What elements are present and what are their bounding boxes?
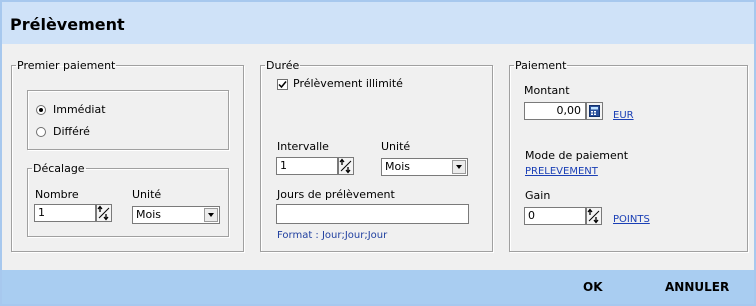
intervalle-label: Intervalle	[277, 140, 329, 153]
duree-unite-label: Unité	[381, 140, 411, 153]
intervalle-input[interactable]: 1	[276, 157, 338, 175]
jours-label: Jours de prélèvement	[277, 188, 395, 201]
ok-button[interactable]: OK	[583, 280, 603, 294]
checkmark-icon	[278, 81, 287, 89]
radio-immediat-label[interactable]: Immédiat	[53, 103, 106, 116]
title-bar: Prélèvement	[2, 2, 754, 44]
illimite-label[interactable]: Prélèvement illimité	[293, 77, 403, 90]
illimite-checkbox[interactable]	[277, 79, 288, 90]
mode-paiement-label: Mode de paiement	[525, 149, 629, 162]
currency-link[interactable]: EUR	[613, 110, 634, 121]
gain-spinner-icon[interactable]	[586, 207, 602, 225]
duree-unite-value: Mois	[385, 160, 411, 173]
mode-paiement-link[interactable]: PRELEVEMENT	[525, 166, 598, 177]
decalage-legend: Décalage	[33, 162, 85, 175]
decalage-unite-select[interactable]: Mois	[132, 206, 220, 224]
radio-differe[interactable]	[36, 127, 46, 137]
dialog-window: Prélèvement Premier paiement Immédiat Di…	[2, 2, 754, 304]
duree-legend: Durée	[266, 59, 300, 72]
decalage-unite-value: Mois	[136, 208, 162, 221]
jours-input[interactable]	[276, 204, 469, 224]
montant-label: Montant	[524, 84, 570, 97]
payment-timing-box	[27, 90, 229, 150]
nombre-label: Nombre	[35, 188, 79, 201]
calculator-icon[interactable]	[586, 102, 603, 120]
nombre-input[interactable]: 1	[34, 204, 96, 222]
cancel-button[interactable]: ANNULER	[665, 280, 729, 294]
gain-unit-link[interactable]: POINTS	[613, 214, 650, 225]
decalage-unite-label: Unité	[132, 188, 162, 201]
chevron-down-icon[interactable]	[204, 208, 218, 222]
gain-label: Gain	[525, 189, 551, 202]
duree-unite-select[interactable]: Mois	[381, 158, 468, 176]
nombre-spinner-icon[interactable]	[96, 204, 112, 222]
paiement-legend: Paiement	[515, 59, 567, 72]
montant-input[interactable]: 0,00	[524, 102, 586, 120]
dialog-title: Prélèvement	[10, 15, 125, 34]
premier-paiement-legend: Premier paiement	[17, 59, 116, 72]
radio-differe-label[interactable]: Différé	[53, 125, 90, 138]
format-hint: Format : Jour;Jour;Jour	[277, 230, 388, 241]
footer-bar: OK ANNULER	[2, 270, 754, 304]
intervalle-spinner-icon[interactable]	[338, 157, 354, 175]
gain-input[interactable]: 0	[524, 207, 586, 225]
radio-immediat[interactable]	[36, 105, 46, 115]
chevron-down-icon[interactable]	[452, 160, 466, 174]
